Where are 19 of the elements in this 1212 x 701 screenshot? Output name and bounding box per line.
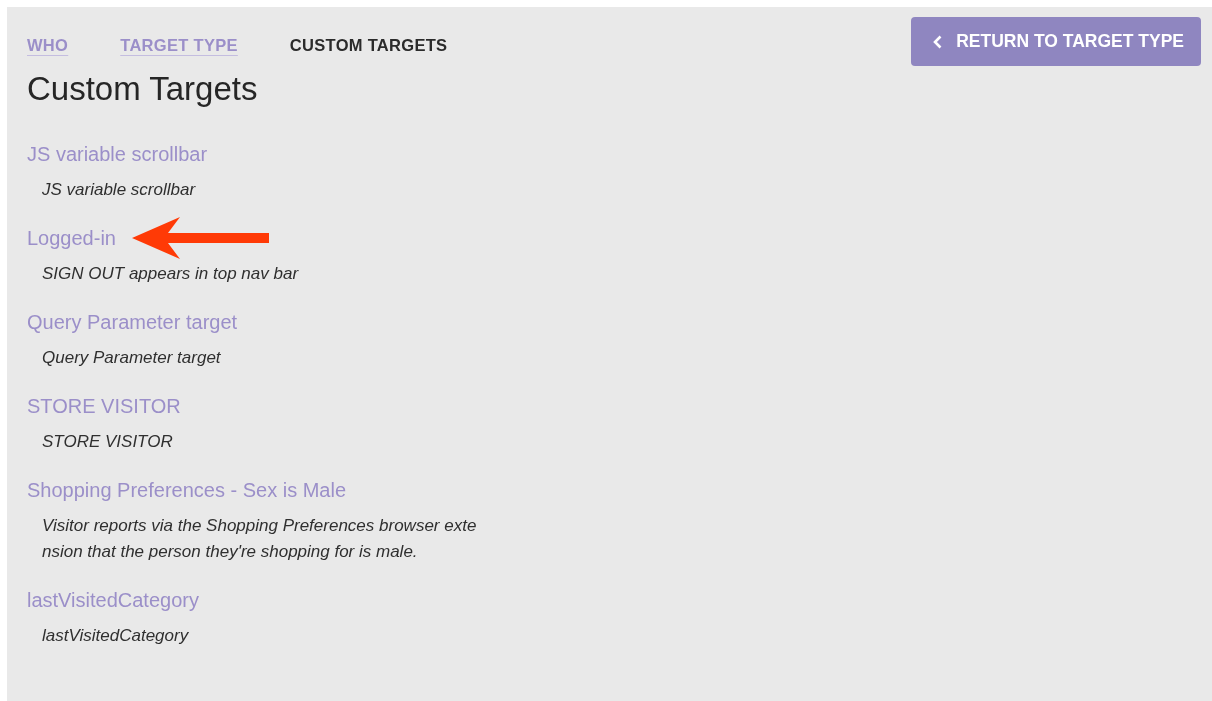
breadcrumb-link[interactable]: TARGET TYPE bbox=[120, 36, 238, 55]
chevron-left-icon bbox=[933, 34, 943, 49]
target-description: STORE VISITOR bbox=[42, 431, 174, 453]
target-description: JS variable scrollbar bbox=[42, 179, 197, 201]
target-description: Visitor reports via the Shopping Preferences browser exte nsion that the person they're shopping for is male. bbox=[42, 515, 478, 563]
breadcrumb-link[interactable]: CUSTOM TARGETS bbox=[289, 36, 448, 55]
target-link[interactable]: JS variable scrollbar bbox=[27, 142, 208, 166]
target-link[interactable]: Shopping Preferences - Sex is Male bbox=[27, 478, 347, 502]
target-link[interactable]: Logged-in bbox=[27, 226, 116, 250]
target-link[interactable]: STORE VISITOR bbox=[27, 394, 181, 418]
page-title: Custom Targets bbox=[27, 70, 259, 108]
breadcrumb-link[interactable]: WHO bbox=[27, 36, 69, 55]
target-link[interactable]: Query Parameter target bbox=[27, 310, 238, 334]
arrow-icon bbox=[131, 217, 270, 259]
target-description: lastVisitedCategory bbox=[42, 625, 190, 647]
target-description: Query Parameter target bbox=[42, 347, 222, 369]
target-link[interactable]: lastVisitedCategory bbox=[27, 588, 199, 612]
target-description: SIGN OUT appears in top nav bar bbox=[42, 263, 300, 285]
return-button[interactable]: RETURN TO TARGET TYPE bbox=[911, 17, 1201, 66]
